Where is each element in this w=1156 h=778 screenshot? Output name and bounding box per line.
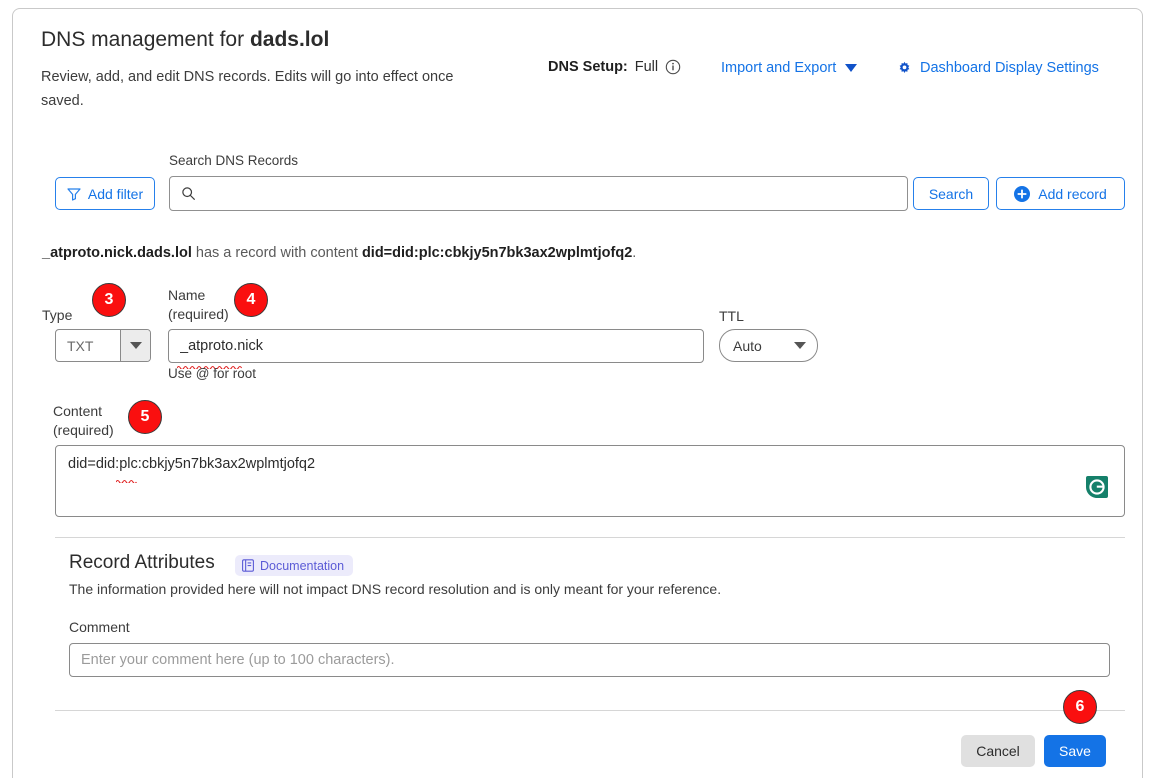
name-label-line1: Name [168,287,206,303]
record-summary-period: . [632,245,637,261]
dns-setup-status: DNS Setup: Full [548,59,681,75]
gear-icon [897,61,912,76]
search-button[interactable]: Search [913,177,989,210]
dns-setup-label: DNS Setup: [548,59,628,75]
record-attributes-title: Record Attributes [69,552,215,573]
record-attributes-description: The information provided here will not i… [69,581,722,597]
add-filter-button[interactable]: Add filter [55,177,155,210]
dns-management-card: DNS management for dads.lol Review, add,… [12,8,1143,778]
add-filter-label: Add filter [87,185,144,202]
name-label: Name (required) [168,286,229,324]
comment-label: Comment [69,619,130,635]
type-select[interactable]: TXT [55,329,151,362]
add-record-button[interactable]: Add record [996,177,1125,210]
record-summary-name: _atproto.nick.dads.lol [42,245,192,261]
ttl-select-value: Auto [733,337,762,354]
filter-funnel-icon [67,187,81,201]
page-title-domain: dads.lol [249,28,330,51]
step-badge-5: 5 [128,400,162,434]
chevron-down-icon [794,342,806,349]
chevron-down-icon [845,64,858,72]
comment-input[interactable] [69,643,1110,677]
content-label: Content (required) [53,402,114,440]
info-circle-icon[interactable] [665,59,681,75]
plus-circle-icon [1014,185,1031,202]
import-and-export-label: Import and Export [721,60,837,76]
add-record-label: Add record [1038,185,1107,202]
content-label-line1: Content [53,403,103,419]
documentation-badge[interactable]: Documentation [235,555,354,576]
record-summary-text: _atproto.nick.dads.lol has a record with… [42,245,636,261]
dashboard-display-settings-link[interactable]: Dashboard Display Settings [897,60,1099,76]
import-and-export-dropdown[interactable]: Import and Export [721,60,858,76]
name-hint: Use @ for root [168,366,256,381]
step-badge-3: 3 [92,283,126,317]
search-button-label: Search [928,185,974,202]
page-title-prefix: DNS management for [41,28,250,51]
type-select-arrow [120,330,150,361]
dashboard-display-settings-label: Dashboard Display Settings [920,60,1099,76]
step-badge-6: 6 [1063,690,1097,724]
name-label-line2: (required) [168,306,229,322]
search-input[interactable] [169,176,908,211]
documentation-badge-label: Documentation [260,558,345,573]
ttl-select[interactable]: Auto [719,329,818,362]
cancel-button[interactable]: Cancel [961,735,1035,767]
section-divider [55,537,1125,538]
grammarly-icon[interactable] [1084,474,1110,500]
content-label-line2: (required) [53,422,114,438]
content-textarea[interactable] [55,445,1125,517]
footer-divider [55,710,1125,711]
document-icon [242,559,254,572]
type-select-value: TXT [67,337,94,354]
search-dns-records-label: Search DNS Records [169,153,299,168]
save-button[interactable]: Save [1044,735,1106,767]
type-label: Type [42,307,73,323]
page-title: DNS management for dads.lol [41,28,329,52]
name-input[interactable] [168,329,704,363]
ttl-label: TTL [719,308,744,324]
record-summary-content: did=did:plc:cbkjy5n7bk3ax2wplmtjofq2 [361,245,633,261]
step-badge-4: 4 [234,283,268,317]
record-summary-middle: has a record with content [191,245,362,261]
dns-setup-value: Full [634,59,659,75]
page-subtitle: Review, add, and edit DNS records. Edits… [41,69,454,109]
chevron-down-icon [129,342,142,349]
